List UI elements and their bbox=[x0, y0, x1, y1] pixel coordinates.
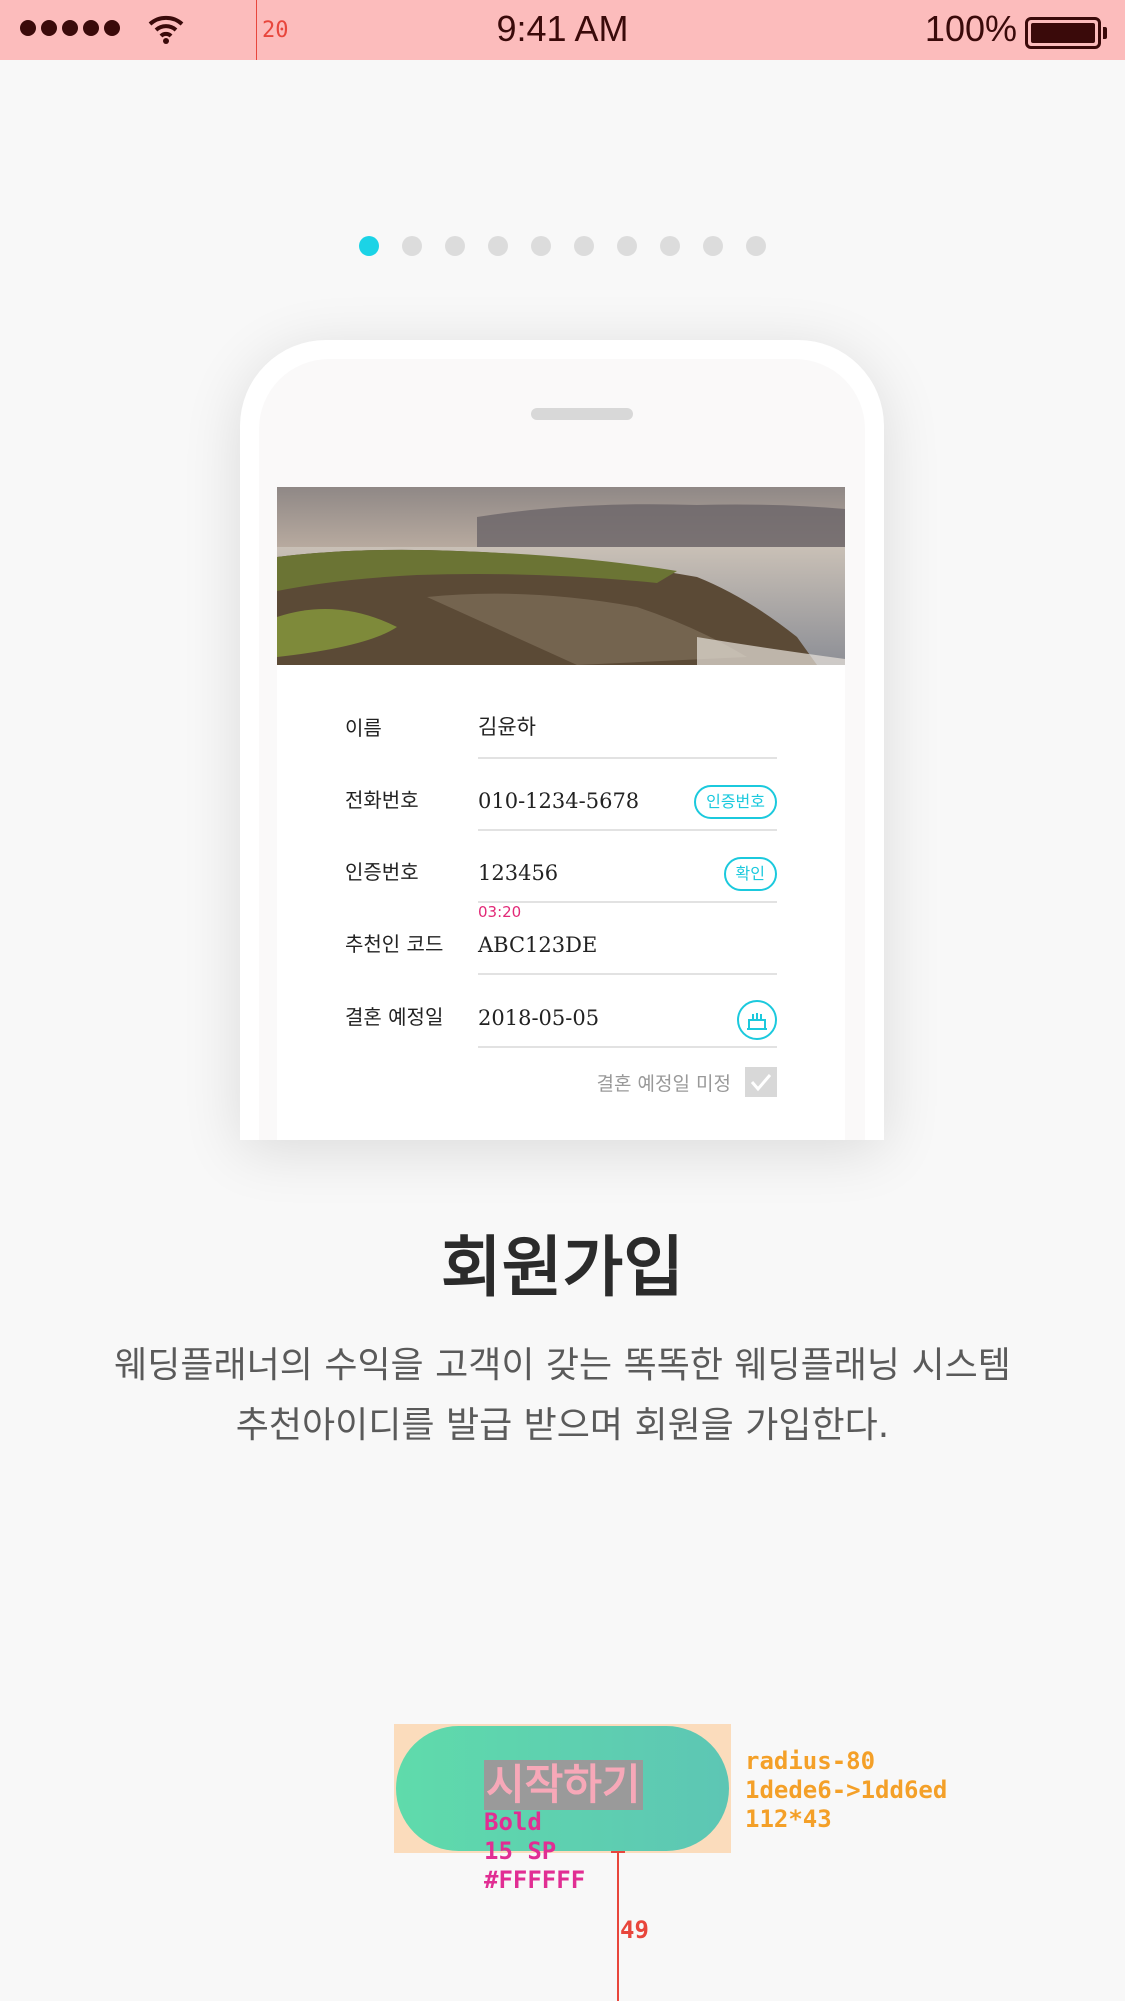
form-row-referral: 추천인 코드 ABC123DE bbox=[345, 903, 777, 975]
pagination-dots bbox=[0, 236, 1125, 256]
pagination-dot-3[interactable] bbox=[445, 236, 465, 256]
wedding-undecided-checkbox[interactable] bbox=[745, 1067, 777, 1097]
verification-input[interactable]: 123456 bbox=[478, 861, 558, 885]
wedding-date-label: 결혼 예정일 bbox=[345, 1005, 444, 1029]
form-row-phone: 전화번호 010-1234-5678 인증번호 bbox=[345, 759, 777, 831]
name-input[interactable]: 김윤하 bbox=[478, 711, 536, 741]
confirm-button[interactable]: 확인 bbox=[723, 857, 777, 891]
pagination-dot-8[interactable] bbox=[660, 236, 680, 256]
status-bar: 20 9:41 AM 100% bbox=[0, 0, 1125, 60]
name-label: 이름 bbox=[345, 716, 382, 740]
phone-mockup: 이름 김윤하 전화번호 010-1234-5678 인증번호 인증번호 1234… bbox=[240, 340, 884, 1140]
referral-input[interactable]: ABC123DE bbox=[478, 933, 597, 957]
page-title: 회원가입 bbox=[441, 1229, 684, 1306]
wedding-undecided-label: 결혼 예정일 미정 bbox=[596, 1072, 731, 1095]
phone-speaker bbox=[531, 408, 633, 420]
phone-bezel: 이름 김윤하 전화번호 010-1234-5678 인증번호 인증번호 1234… bbox=[259, 359, 865, 1140]
phone-input[interactable]: 010-1234-5678 bbox=[478, 789, 639, 813]
spacing-guide-line bbox=[617, 1851, 619, 2001]
description-line-2: 추천아이디를 발급 받으며 회원을 가입한다. bbox=[235, 1405, 890, 1446]
form-row-wedding-date: 결혼 예정일 2018-05-05 bbox=[345, 976, 777, 1048]
pagination-dot-10[interactable] bbox=[746, 236, 766, 256]
verification-label: 인증번호 bbox=[345, 860, 419, 884]
referral-underline bbox=[478, 973, 777, 975]
pagination-dot-9[interactable] bbox=[703, 236, 723, 256]
pagination-dot-7[interactable] bbox=[617, 236, 637, 256]
form-row-verification: 인증번호 123456 확인 bbox=[345, 831, 777, 903]
header-landscape-image bbox=[277, 487, 845, 665]
wedding-date-input[interactable]: 2018-05-05 bbox=[478, 1006, 599, 1030]
description-line-1: 웨딩플래너의 수익을 고객이 갖는 똑똑한 웨딩플래닝 시스템 bbox=[114, 1345, 1011, 1386]
cake-icon[interactable] bbox=[737, 1000, 777, 1040]
battery-icon bbox=[1025, 17, 1107, 49]
phone-label: 전화번호 bbox=[345, 788, 419, 812]
pagination-dot-5[interactable] bbox=[531, 236, 551, 256]
pagination-dot-4[interactable] bbox=[488, 236, 508, 256]
form-row-name: 이름 김윤하 bbox=[345, 687, 777, 759]
request-code-button[interactable]: 인증번호 bbox=[694, 785, 777, 819]
pagination-dot-2[interactable] bbox=[402, 236, 422, 256]
checkmark-icon bbox=[750, 1074, 772, 1092]
wedding-undecided-option[interactable]: 결혼 예정일 미정 bbox=[597, 1067, 777, 1097]
text-spec-annotation: Bold 15 SP #FFFFFF bbox=[484, 1808, 586, 1894]
wedding-date-underline bbox=[478, 1046, 777, 1048]
spacing-guide-value: 49 bbox=[620, 1916, 649, 1944]
pagination-dot-6[interactable] bbox=[574, 236, 594, 256]
button-spec-annotation: radius-80 1dede6->1dd6ed 112*43 bbox=[745, 1747, 948, 1833]
signup-screen: 이름 김윤하 전화번호 010-1234-5678 인증번호 인증번호 1234… bbox=[277, 487, 845, 1140]
referral-label: 추천인 코드 bbox=[345, 932, 444, 956]
start-button-label: 시작하기 bbox=[484, 1760, 643, 1810]
page-description: 웨딩플래너의 수익을 고객이 갖는 똑똑한 웨딩플래닝 시스템 추천아이디를 발… bbox=[0, 1336, 1125, 1456]
battery-percentage: 100% bbox=[924, 8, 1017, 49]
pagination-dot-1[interactable] bbox=[359, 236, 379, 256]
